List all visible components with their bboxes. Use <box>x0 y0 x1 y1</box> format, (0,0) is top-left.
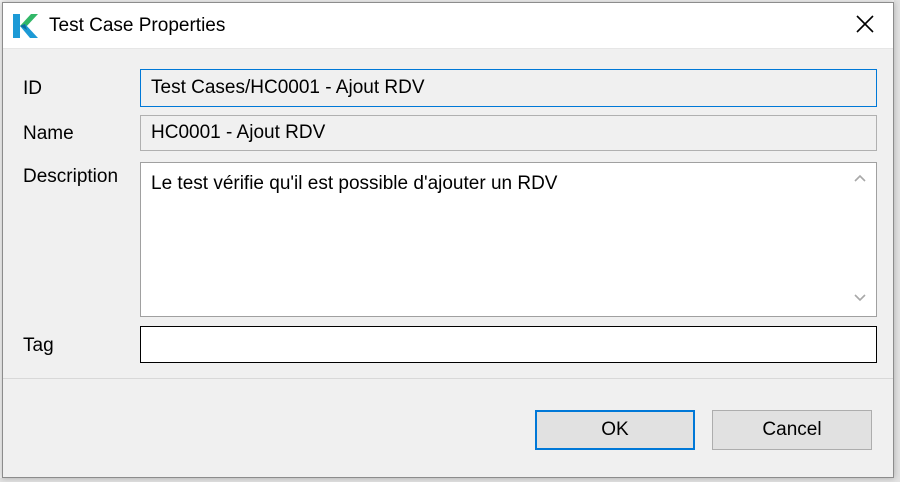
scroll-up-button[interactable] <box>844 169 876 189</box>
dialog-footer: OK Cancel <box>3 379 893 477</box>
tag-field[interactable] <box>140 326 877 363</box>
dialog-title: Test Case Properties <box>49 15 226 36</box>
tag-label: Tag <box>23 335 54 356</box>
properties-form: ID Name Description Le test vérifie qu'i… <box>3 49 893 379</box>
title-bar[interactable]: Test Case Properties <box>3 3 893 49</box>
name-field[interactable] <box>140 115 877 151</box>
description-scrollbar[interactable] <box>844 163 876 316</box>
ok-button[interactable]: OK <box>535 410 695 450</box>
scroll-down-button[interactable] <box>844 289 876 309</box>
chevron-up-icon <box>853 170 867 188</box>
cancel-button[interactable]: Cancel <box>712 410 872 450</box>
background-app-strip <box>0 478 900 482</box>
close-button[interactable] <box>837 3 893 49</box>
test-case-properties-dialog: Test Case Properties ID Name Description… <box>2 2 894 478</box>
name-label: Name <box>23 123 74 144</box>
close-icon <box>855 14 875 39</box>
id-label: ID <box>23 78 42 99</box>
id-field[interactable] <box>140 69 877 107</box>
description-label: Description <box>23 166 119 187</box>
chevron-down-icon <box>853 290 867 308</box>
description-field[interactable]: Le test vérifie qu'il est possible d'ajo… <box>140 162 877 317</box>
katalon-k-icon <box>11 12 39 40</box>
background-app-edge <box>894 0 900 482</box>
